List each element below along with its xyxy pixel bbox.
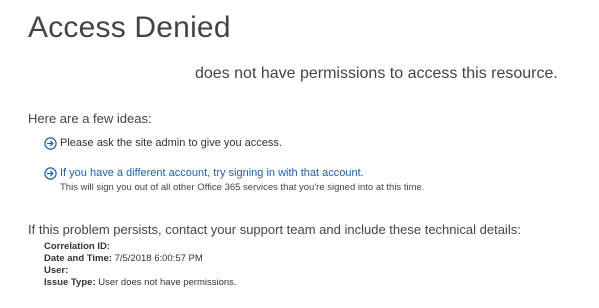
detail-row-user: User: bbox=[44, 265, 263, 277]
date-time-value: 7/5/2018 6:00:57 PM bbox=[114, 253, 203, 264]
denied-message: does not have permissions to access this… bbox=[195, 65, 558, 82]
circle-arrow-right-icon bbox=[44, 137, 57, 150]
access-denied-page: Access Denied does not have permissions … bbox=[0, 0, 599, 308]
idea-item-sign-in-different-account[interactable]: If you have a different account, try sig… bbox=[44, 166, 364, 181]
detail-row-correlation-id: Correlation ID: bbox=[44, 241, 263, 253]
detail-row-issue-type: Issue Type: User does not have permissio… bbox=[44, 277, 263, 289]
detail-row-date-time: Date and Time: 7/5/2018 6:00:57 PM bbox=[44, 253, 263, 265]
idea-ask-admin-text: Please ask the site admin to give you ac… bbox=[60, 137, 282, 149]
sign-out-note: This will sign you out of all other Offi… bbox=[60, 182, 425, 193]
user-label: User: bbox=[44, 265, 69, 276]
redacted-user-name bbox=[28, 68, 188, 82]
correlation-id-label: Correlation ID: bbox=[44, 241, 110, 252]
issue-type-value: User does not have permissions. bbox=[98, 277, 237, 288]
idea-item-ask-admin: Please ask the site admin to give you ac… bbox=[44, 136, 282, 151]
issue-type-label: Issue Type: bbox=[44, 277, 96, 288]
redacted-correlation-id bbox=[113, 242, 263, 250]
ideas-heading: Here are a few ideas: bbox=[28, 111, 152, 126]
technical-details: Correlation ID: Date and Time: 7/5/2018 … bbox=[44, 241, 263, 289]
date-time-label: Date and Time: bbox=[44, 253, 112, 264]
page-title: Access Denied bbox=[28, 11, 231, 44]
circle-arrow-right-icon[interactable] bbox=[44, 167, 57, 180]
sign-in-different-account-link[interactable]: If you have a different account, try sig… bbox=[60, 166, 364, 181]
support-instructions: If this problem persists, contact your s… bbox=[28, 222, 521, 237]
